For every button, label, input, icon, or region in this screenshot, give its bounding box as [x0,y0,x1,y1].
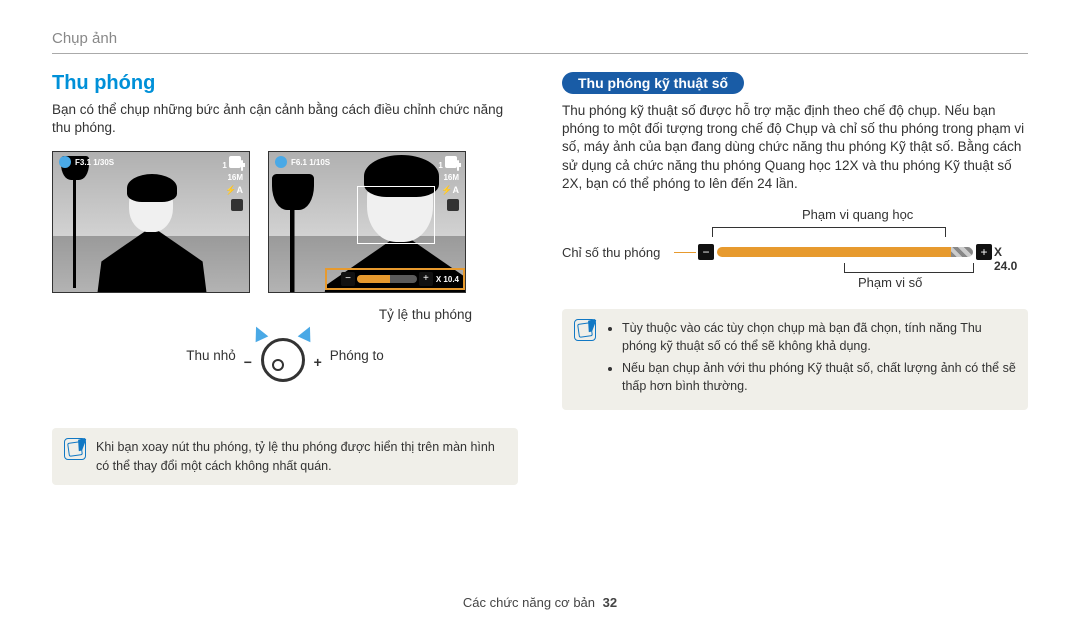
screenshot-row: F3.1 1/30S 1 16M ⚡A F6.1 1/10S [52,151,518,293]
mode-icon [231,199,243,211]
page-number: 32 [603,595,617,610]
zoom-readout: X 10.4 [436,275,459,284]
orientation-icon [59,156,71,168]
optical-range-label: Phạm vi quang học [802,207,913,222]
camera-screen-zoomed: F6.1 1/10S 1 16M ⚡A − + X 10.4 [268,151,466,293]
optical-segment [717,247,951,257]
zoom-range-diagram: Phạm vi quang học Chỉ số thu phóng − + X… [562,207,1028,291]
arrow-cw-icon [297,324,316,343]
zoom-minus-icon: − [341,272,355,286]
battery-icon [241,160,243,171]
note-item: Tùy thuộc vào các tùy chọn chụp mà bạn đ… [622,319,1016,355]
note-box-right: Tùy thuộc vào các tùy chọn chụp mà bạn đ… [562,309,1028,410]
divider [52,53,1028,54]
note-icon [64,438,86,460]
shot-count: 1 [222,161,226,170]
orientation-icon [275,156,287,168]
callout-line [674,252,696,253]
breadcrumb: Chụp ảnh [52,30,1028,47]
zoom-index-label: Chỉ số thu phóng [562,245,660,260]
heading-zoom: Thu phóng [52,72,518,95]
camera-screen-wide: F3.1 1/30S 1 16M ⚡A [52,151,250,293]
flash-icon: ⚡A [225,185,243,196]
digital-segment [951,247,973,257]
hud-left: F6.1 1/10S [275,156,330,168]
note-box-left: Khi bạn xoay nút thu phóng, tỷ lệ thu ph… [52,428,518,484]
right-column: Thu phóng kỹ thuật số Thu phóng kỹ thuật… [562,72,1028,485]
exposure-readout: F3.1 1/30S [75,158,114,167]
mode-icon [447,199,459,211]
zoom-out-label: Thu nhỏ [186,348,236,363]
zoom-plus-icon: + [976,244,992,260]
zoom-in-label: Phóng to [330,348,384,363]
digital-zoom-body: Thu phóng kỹ thuật số được hỗ trợ mặc đị… [562,102,1028,193]
arrow-ccw-icon [249,324,268,343]
heading-digital-zoom: Thu phóng kỹ thuật số [562,72,744,94]
note-icon [574,319,596,341]
optical-bracket [712,227,946,237]
zoom-ratio-label: Tỷ lệ thu phóng [52,307,518,322]
hud-right: 1 16M ⚡A [222,156,243,211]
note-list: Tùy thuộc vào các tùy chọn chụp mà bạn đ… [606,319,1016,400]
minus-sign: − [244,354,252,370]
hud-left: F3.1 1/30S [59,156,114,168]
zoom-bar: − + X 10.4 [341,272,459,286]
exposure-readout: F6.1 1/10S [291,158,330,167]
resolution-readout: 16M [227,173,243,182]
battery-icon [457,160,459,171]
zoom-track [717,247,973,257]
left-column: Thu phóng Bạn có thể chụp những bức ảnh … [52,72,518,485]
intro-paragraph: Bạn có thể chụp những bức ảnh cận cảnh b… [52,101,518,137]
focus-rect [357,186,435,244]
zoom-knob-diagram: Thu nhỏ − + Phóng to [52,326,518,384]
page-footer: Các chức năng cơ bản 32 [0,595,1080,610]
zoom-plus-icon: + [419,272,433,286]
sd-icon [445,156,457,168]
zoom-minus-icon: − [698,244,714,260]
digital-range-label: Phạm vi số [858,275,922,290]
note-text: Khi bạn xoay nút thu phóng, tỷ lệ thu ph… [96,438,506,474]
digital-bracket [844,263,974,273]
note-item: Nếu bạn chụp ảnh với thu phóng Kỹ thuật … [622,359,1016,395]
resolution-readout: 16M [443,173,459,182]
zoom-readout: X 24.0 [994,245,1028,273]
plus-sign: + [314,354,322,370]
footer-section: Các chức năng cơ bản [463,595,595,610]
hud-right: 1 16M ⚡A [438,156,459,211]
flash-icon: ⚡A [441,185,459,196]
zoom-knob-icon [261,338,305,382]
shot-count: 1 [438,161,442,170]
sd-icon [229,156,241,168]
